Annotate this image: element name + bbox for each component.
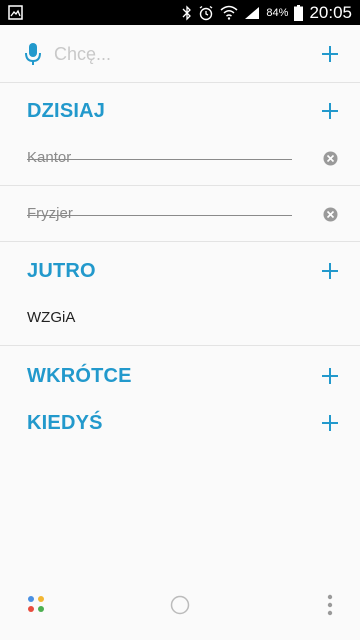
add-soon-button[interactable] [320,366,340,386]
add-someday-button[interactable] [320,413,340,433]
alarm-icon [200,5,213,20]
signal-icon [245,6,260,19]
add-task-button[interactable] [320,44,340,64]
strikethrough [27,215,292,216]
task-label: WZGiA [27,309,76,326]
gallery-notification-icon [8,5,23,20]
wifi-icon [220,5,238,20]
microphone-icon[interactable] [24,42,42,66]
section-soon-title: WKRÓTCE [27,365,132,387]
apps-grid-icon[interactable] [27,595,45,613]
new-task-bar [0,25,360,83]
remove-task-icon[interactable] [323,207,338,222]
bottom-bar [0,585,360,625]
battery-icon [294,4,304,21]
task-row[interactable]: Fryzjer [0,186,360,242]
section-tomorrow-header: JUTRO [0,243,360,299]
section-tomorrow-title: JUTRO [27,260,96,282]
add-today-button[interactable] [320,101,340,121]
status-bar: 84% 20:05 [0,0,360,25]
task-label: Fryzjer [27,205,73,222]
task-label: Kantor [27,149,72,166]
more-vertical-icon[interactable] [326,593,334,617]
add-tomorrow-button[interactable] [320,261,340,281]
new-task-input[interactable] [54,41,304,67]
section-someday-header: KIEDYŚ [0,395,360,451]
section-someday-title: KIEDYŚ [27,412,103,434]
strikethrough [27,159,292,160]
clock: 20:05 [309,2,352,22]
bluetooth-icon [182,4,192,21]
task-row[interactable]: WZGiA [0,294,360,346]
section-today-title: DZISIAJ [27,100,106,122]
home-circle-icon[interactable] [170,595,190,615]
battery-percent: 84% [266,6,289,19]
remove-task-icon[interactable] [323,151,338,166]
task-row[interactable]: Kantor [0,130,360,186]
